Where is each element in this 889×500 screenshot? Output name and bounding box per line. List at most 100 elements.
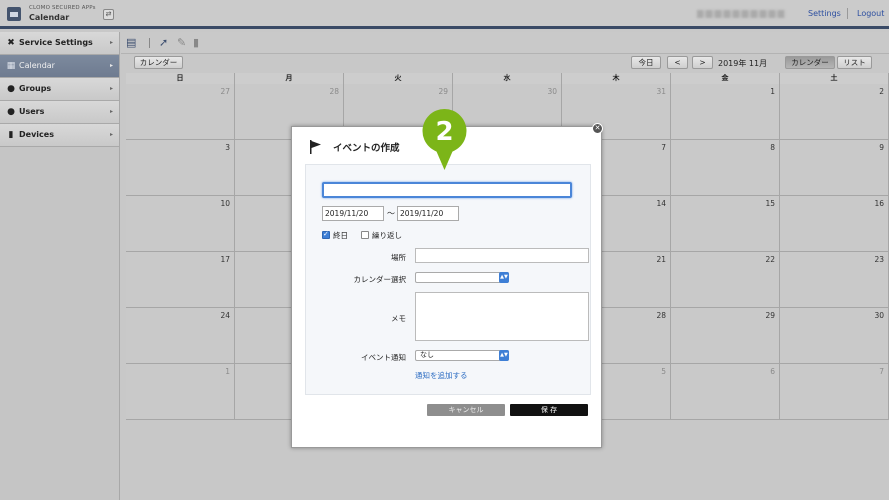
top-bar: CLOMO SECURED APPs Calendar ⇄ Settings L… bbox=[0, 0, 889, 29]
sidebar-item-calendar[interactable]: ▦ Calendar ▸ bbox=[0, 55, 119, 78]
devices-icon: ▮ bbox=[8, 130, 14, 140]
calendar-select-dropdown[interactable]: ▲▼ bbox=[415, 272, 509, 283]
day-cell[interactable]: 27 bbox=[126, 84, 235, 140]
day-number: 29 bbox=[438, 87, 448, 96]
day-number: 10 bbox=[220, 199, 230, 208]
app-subtitle: CLOMO SECURED APPs bbox=[29, 5, 96, 11]
trash-icon[interactable]: ▮ bbox=[193, 36, 199, 49]
sidebar-item-label: Users bbox=[19, 107, 45, 116]
day-number: 31 bbox=[656, 87, 666, 96]
day-number: 23 bbox=[874, 255, 884, 264]
day-cell[interactable]: 10 bbox=[126, 196, 235, 252]
sidebar-item-label: Service Settings bbox=[19, 38, 93, 47]
flag-icon bbox=[310, 140, 321, 154]
view-calendar-tab[interactable]: カレンダー bbox=[785, 56, 835, 69]
day-number: 7 bbox=[879, 367, 884, 376]
calendar-nav-row: カレンダー 今日 < > 2019年 11月 カレンダー リスト bbox=[121, 55, 889, 72]
event-form: 2019/11/20 〜 2019/11/20 終日 繰り返し 場所 カレンダー… bbox=[305, 164, 591, 395]
day-number: 28 bbox=[656, 311, 666, 320]
edit-pencil-icon[interactable]: ✎ bbox=[177, 36, 186, 49]
user-name-blurred bbox=[697, 10, 785, 18]
memo-label: メモ bbox=[391, 314, 406, 323]
weekday-header-cell: 火 bbox=[344, 73, 453, 84]
view-list-tab[interactable]: リスト bbox=[837, 56, 872, 69]
day-number: 16 bbox=[874, 199, 884, 208]
select-arrows-icon: ▲▼ bbox=[499, 272, 509, 283]
save-button[interactable]: 保 存 bbox=[510, 404, 588, 416]
day-cell[interactable]: 1 bbox=[126, 364, 235, 420]
weekday-header: 日月火水木金土 bbox=[126, 73, 889, 84]
day-cell[interactable]: 8 bbox=[671, 140, 780, 196]
day-cell[interactable]: 9 bbox=[780, 140, 889, 196]
sidebar-item-devices[interactable]: ▮ Devices ▸ bbox=[0, 124, 119, 147]
create-event-dialog: イベントの作成 2019/11/20 〜 2019/11/20 終日 繰り返し … bbox=[291, 126, 602, 448]
date-range-separator: 〜 bbox=[387, 209, 395, 218]
weekday-header-cell: 水 bbox=[453, 73, 562, 84]
day-cell[interactable]: 1 bbox=[671, 84, 780, 140]
weekday-header-cell: 月 bbox=[235, 73, 344, 84]
sidebar-item-service-settings[interactable]: ✖ Service Settings ▸ bbox=[0, 32, 119, 55]
sidebar-item-groups[interactable]: ● Groups ▸ bbox=[0, 78, 119, 101]
day-cell[interactable]: 30 bbox=[780, 308, 889, 364]
day-cell[interactable]: 22 bbox=[671, 252, 780, 308]
weekday-header-cell: 土 bbox=[780, 73, 889, 84]
sidebar-item-label: Calendar bbox=[19, 61, 55, 70]
day-cell[interactable]: 23 bbox=[780, 252, 889, 308]
day-number: 3 bbox=[225, 143, 230, 152]
day-cell[interactable]: 16 bbox=[780, 196, 889, 252]
calendar-selector-button[interactable]: カレンダー bbox=[134, 56, 183, 69]
step-badge-pointer bbox=[435, 148, 454, 170]
event-title-input[interactable] bbox=[322, 182, 572, 198]
day-number: 1 bbox=[770, 87, 775, 96]
chevron-right-icon: ▸ bbox=[109, 39, 113, 46]
app-name: Calendar bbox=[29, 13, 70, 22]
weekday-header-cell: 木 bbox=[562, 73, 671, 84]
cancel-button[interactable]: キャンセル bbox=[427, 404, 505, 416]
prev-month-button[interactable]: < bbox=[667, 56, 688, 69]
chevron-right-icon: ▸ bbox=[109, 85, 113, 92]
new-event-icon[interactable]: ▤ bbox=[126, 36, 136, 49]
calendar-select-label: カレンダー選択 bbox=[353, 275, 407, 284]
notification-select-dropdown[interactable]: なし ▲▼ bbox=[415, 350, 509, 361]
day-number: 30 bbox=[874, 311, 884, 320]
calendar-icon: ▦ bbox=[6, 61, 16, 71]
sidebar-item-users[interactable]: ● Users ▸ bbox=[0, 101, 119, 124]
logout-link[interactable]: Logout bbox=[857, 9, 884, 18]
day-cell[interactable]: 17 bbox=[126, 252, 235, 308]
start-date-input[interactable]: 2019/11/20 bbox=[322, 206, 384, 221]
memo-textarea[interactable] bbox=[415, 292, 589, 341]
groups-icon: ● bbox=[7, 84, 15, 94]
end-date-input[interactable]: 2019/11/20 bbox=[397, 206, 459, 221]
sidebar-item-label: Devices bbox=[19, 130, 54, 139]
day-cell[interactable]: 3 bbox=[126, 140, 235, 196]
next-month-button[interactable]: > bbox=[692, 56, 713, 69]
day-number: 29 bbox=[765, 311, 775, 320]
day-number: 27 bbox=[220, 87, 230, 96]
repeat-checkbox[interactable] bbox=[361, 231, 369, 239]
weekday-header-cell: 日 bbox=[126, 73, 235, 84]
location-input[interactable] bbox=[415, 248, 589, 263]
all-day-checkbox[interactable] bbox=[322, 230, 330, 239]
app-switch-icon[interactable]: ⇄ bbox=[103, 9, 114, 20]
select-cursor-icon[interactable]: ➚ bbox=[159, 36, 168, 49]
chevron-right-icon: ▸ bbox=[109, 108, 113, 115]
dialog-title: イベントの作成 bbox=[333, 143, 400, 154]
add-notification-link[interactable]: 通知を追加する bbox=[415, 370, 468, 381]
today-button[interactable]: 今日 bbox=[631, 56, 661, 69]
day-cell[interactable]: 7 bbox=[780, 364, 889, 420]
day-cell[interactable]: 6 bbox=[671, 364, 780, 420]
day-cell[interactable]: 24 bbox=[126, 308, 235, 364]
settings-link[interactable]: Settings bbox=[808, 9, 841, 18]
calendar-app-logo-icon bbox=[7, 7, 21, 21]
topbar-divider bbox=[847, 8, 848, 19]
close-icon[interactable]: ✕ bbox=[592, 123, 603, 134]
day-number: 30 bbox=[547, 87, 557, 96]
day-cell[interactable]: 29 bbox=[671, 308, 780, 364]
day-number: 15 bbox=[765, 199, 775, 208]
step-number: 2 bbox=[435, 117, 453, 147]
day-cell[interactable]: 2 bbox=[780, 84, 889, 140]
notification-label: イベント通知 bbox=[361, 353, 406, 362]
day-number: 28 bbox=[329, 87, 339, 96]
day-cell[interactable]: 15 bbox=[671, 196, 780, 252]
step-number-badge: 2 bbox=[422, 109, 467, 170]
